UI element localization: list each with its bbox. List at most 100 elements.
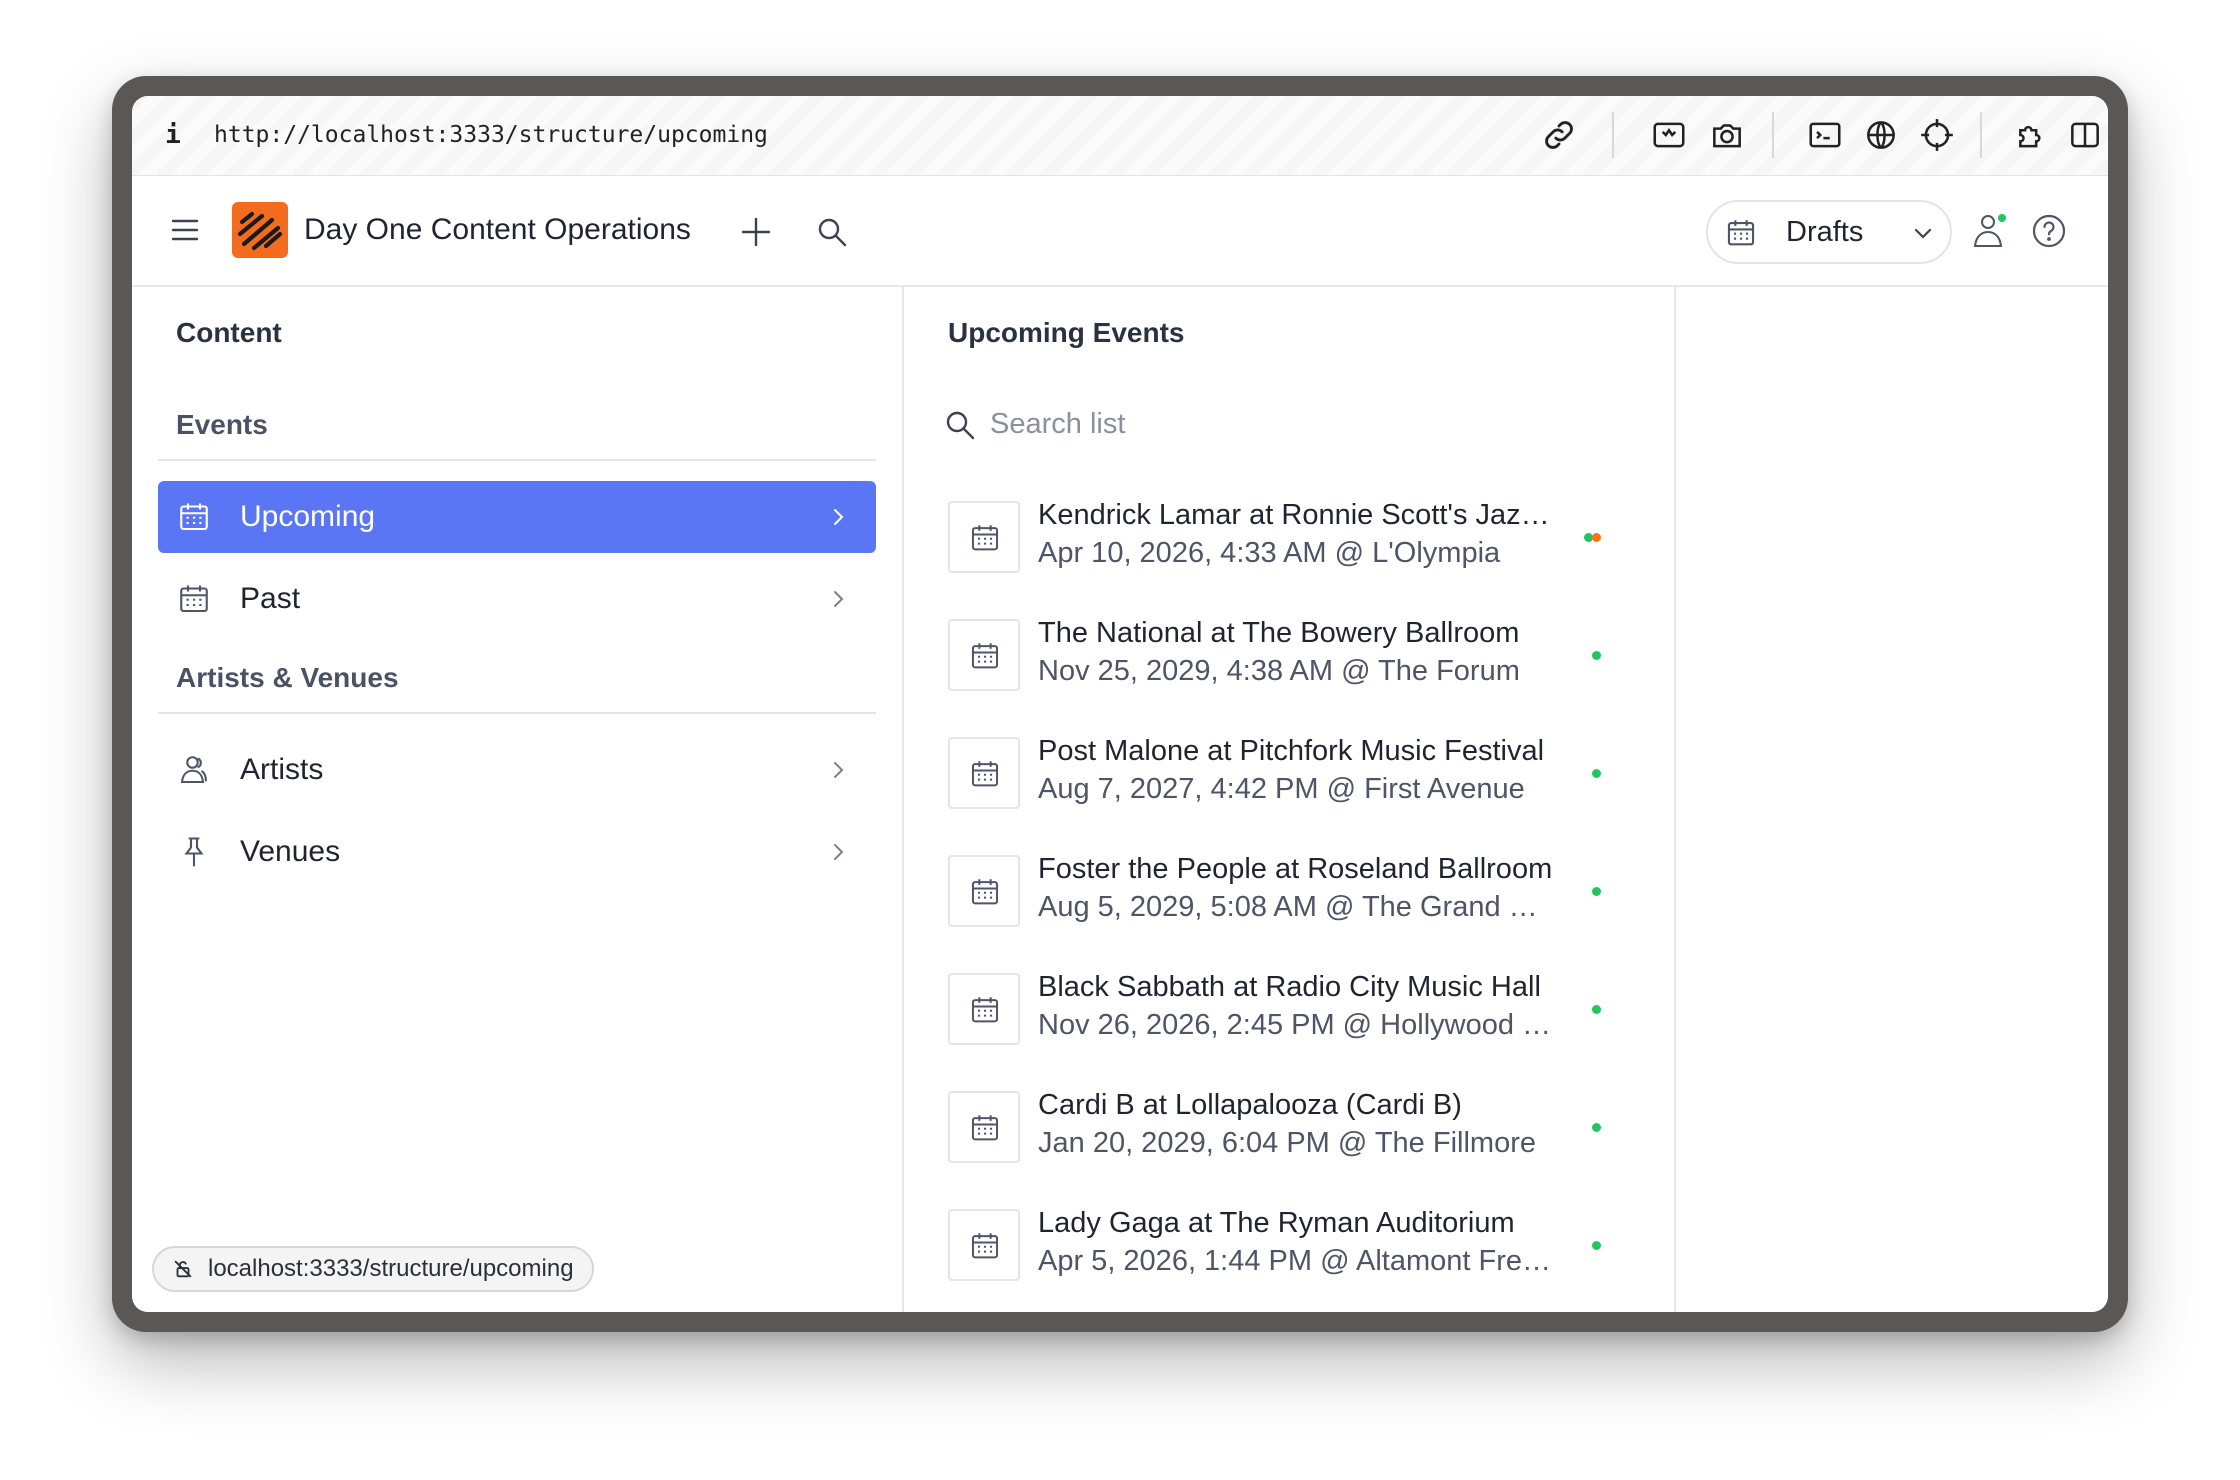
calendar-icon	[180, 585, 208, 613]
app-title: Day One Content Operations	[304, 213, 691, 246]
content-navigation-panel: Content Events Upcoming Past Artists & V…	[132, 287, 904, 1312]
chevron-right-icon	[834, 762, 844, 778]
item-subtitle: Apr 10, 2026, 4:33 AM @ L'Olympia	[1038, 537, 1501, 569]
toolbar-separator	[1980, 112, 1982, 158]
url-bar: i http://localhost:3333/structure/upcomi…	[132, 96, 2108, 177]
camera-icon[interactable]	[1708, 116, 1746, 154]
calendar-icon	[971, 879, 999, 905]
screenshot-region-icon[interactable]	[1650, 116, 1688, 154]
nav-item-venues[interactable]: Venues	[158, 816, 876, 888]
app-header: Day One Content Operations Drafts	[132, 176, 2108, 287]
nav-item-label: Artists	[240, 753, 324, 786]
perspective-label: Drafts	[1786, 216, 1864, 248]
document-list-panel: Upcoming Events Kendrick Lamar at Ronnie…	[904, 287, 1676, 1312]
calendar-icon	[971, 761, 999, 787]
chevron-right-icon	[834, 844, 844, 860]
nav-item-past[interactable]: Past	[158, 563, 876, 635]
search-icon[interactable]	[816, 216, 848, 248]
link-icon[interactable]	[1540, 116, 1578, 154]
calendar-icon	[971, 1233, 999, 1259]
panel-title: Upcoming Events	[948, 317, 1185, 348]
extension-icon[interactable]	[2014, 116, 2052, 154]
nav-item-label: Venues	[240, 835, 341, 868]
pin-icon	[184, 837, 204, 867]
browser-window: i http://localhost:3333/structure/upcomi…	[132, 96, 2108, 1312]
status-dot	[1592, 769, 1601, 778]
calendar-icon	[971, 1115, 999, 1141]
search-icon	[946, 411, 975, 440]
toolbar-separator	[1612, 112, 1614, 158]
calendar-icon	[971, 643, 999, 669]
list-item[interactable]: Lady Gaga at The Ryman Auditorium Apr 5, …	[948, 1199, 1608, 1299]
item-subtitle: Apr 5, 2026, 1:44 PM @ Altamont Free Con…	[1038, 1245, 1558, 1277]
item-subtitle: Aug 7, 2027, 4:42 PM @ First Avenue	[1038, 773, 1525, 805]
calendar-icon	[1727, 220, 1755, 246]
chevron-right-icon	[834, 509, 844, 525]
document-thumbnail	[948, 855, 1020, 927]
section-title-artists-venues: Artists & Venues	[176, 662, 399, 693]
app-logo[interactable]	[232, 202, 288, 258]
url-text[interactable]: http://localhost:3333/structure/upcoming	[214, 118, 768, 152]
item-subtitle: Jan 20, 2029, 6:04 PM @ The Fillmore	[1038, 1127, 1536, 1159]
calendar-icon	[971, 997, 999, 1023]
status-dot	[1592, 1005, 1601, 1014]
status-dot	[1592, 1123, 1601, 1132]
perspective-dropdown[interactable]: Drafts	[1706, 200, 1952, 264]
status-dot	[1592, 887, 1601, 896]
document-thumbnail	[948, 737, 1020, 809]
nav-item-artists[interactable]: Artists	[158, 734, 876, 806]
item-title: Lady Gaga at The Ryman Auditorium	[1038, 1207, 1515, 1239]
list-item[interactable]: Black Sabbath at Radio City Music Hall No…	[948, 963, 1608, 1063]
user-presence-icon[interactable]	[1970, 210, 2012, 252]
menu-icon[interactable]	[170, 216, 200, 244]
toolbar-separator	[1772, 112, 1774, 158]
sidebar-toggle-icon[interactable]	[2066, 116, 2104, 154]
crosshair-icon[interactable]	[1918, 116, 1956, 154]
list-item[interactable]: Foster the People at Roseland Ballroom Au…	[948, 845, 1608, 945]
link-status-bar: localhost:3333/structure/upcoming	[152, 1246, 594, 1292]
item-subtitle: Nov 26, 2026, 2:45 PM @ Hollywood Bowl	[1038, 1009, 1558, 1041]
document-thumbnail	[948, 1091, 1020, 1163]
calendar-icon	[180, 503, 208, 531]
status-dot	[1592, 651, 1601, 660]
item-title: Cardi B at Lollapalooza (Cardi B)	[1038, 1089, 1462, 1121]
list-item[interactable]: The National at The Bowery Ballroom Nov 2…	[948, 609, 1608, 709]
item-title: Black Sabbath at Radio City Music Hall	[1038, 971, 1541, 1003]
calendar-icon	[971, 525, 999, 551]
list-item[interactable]: Cardi B at Lollapalooza (Cardi B) Jan 20,…	[948, 1081, 1608, 1181]
document-thumbnail	[948, 973, 1020, 1045]
chevron-down-icon	[1914, 228, 1932, 239]
insecure-lock-icon	[174, 1260, 192, 1278]
section-title-events: Events	[176, 409, 268, 440]
status-dot	[1592, 533, 1601, 542]
item-subtitle: Aug 5, 2029, 5:08 AM @ The Grand Ole Opr…	[1038, 891, 1558, 923]
event-list: Kendrick Lamar at Ronnie Scott's Jazz Cl…	[904, 487, 1674, 1312]
globe-icon[interactable]	[1862, 116, 1900, 154]
document-thumbnail	[948, 501, 1020, 573]
document-thumbnail	[948, 1209, 1020, 1281]
site-info-icon[interactable]: i	[162, 118, 184, 152]
nav-item-upcoming[interactable]: Upcoming	[158, 481, 876, 553]
nav-item-label: Past	[240, 582, 301, 615]
chevron-right-icon	[834, 591, 844, 607]
list-item[interactable]: Post Malone at Pitchfork Music Festival A…	[948, 727, 1608, 827]
item-subtitle: Nov 25, 2029, 4:38 AM @ The Forum	[1038, 655, 1520, 687]
document-pane	[1676, 287, 2108, 1312]
document-thumbnail	[948, 619, 1020, 691]
item-title: Post Malone at Pitchfork Music Festival	[1038, 735, 1545, 767]
status-dot	[1592, 1241, 1601, 1250]
item-title: Kendrick Lamar at Ronnie Scott's Jazz Cl…	[1038, 499, 1558, 531]
terminal-icon[interactable]	[1806, 116, 1844, 154]
panel-title: Content	[176, 317, 282, 348]
browser-window-frame: i http://localhost:3333/structure/upcomi…	[112, 76, 2128, 1332]
section-divider	[158, 712, 876, 714]
status-url: localhost:3333/structure/upcoming	[208, 1255, 574, 1282]
list-item[interactable]: Kendrick Lamar at Ronnie Scott's Jazz Cl…	[948, 491, 1608, 591]
help-icon[interactable]	[2030, 212, 2068, 250]
section-divider	[158, 459, 876, 461]
item-title: The National at The Bowery Ballroom	[1038, 617, 1520, 649]
search-list-input[interactable]	[990, 399, 1590, 449]
item-title: Foster the People at Roseland Ballroom	[1038, 853, 1553, 885]
users-icon	[180, 756, 208, 784]
add-icon[interactable]	[740, 216, 772, 248]
